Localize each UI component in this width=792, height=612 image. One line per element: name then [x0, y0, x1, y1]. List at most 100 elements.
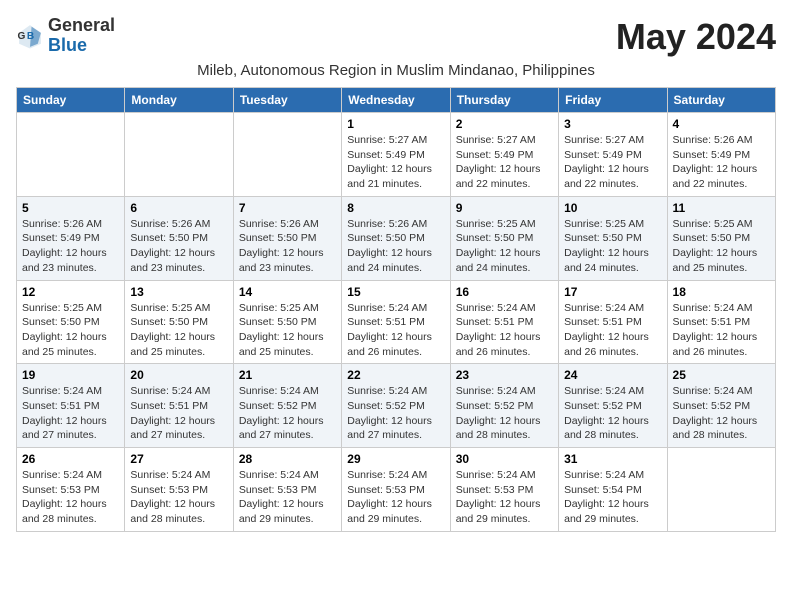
- calendar-cell: 24 Sunrise: 5:24 AM Sunset: 5:52 PM Dayli…: [559, 364, 667, 448]
- calendar-cell: 11 Sunrise: 5:25 AM Sunset: 5:50 PM Dayli…: [667, 196, 775, 280]
- svg-text:G: G: [18, 31, 26, 42]
- calendar-cell: 28 Sunrise: 5:24 AM Sunset: 5:53 PM Dayli…: [233, 448, 341, 532]
- day-number: 13: [130, 285, 227, 299]
- calendar-cell: [125, 113, 233, 197]
- weekday-header-thursday: Thursday: [450, 88, 558, 113]
- day-number: 7: [239, 201, 336, 215]
- day-number: 27: [130, 452, 227, 466]
- calendar-cell: 3Sunrise: 5:27 AM Sunset: 5:49 PM Daylig…: [559, 113, 667, 197]
- calendar-cell: 25 Sunrise: 5:24 AM Sunset: 5:52 PM Dayli…: [667, 364, 775, 448]
- day-info: Sunrise: 5:27 AM Sunset: 5:49 PM Dayligh…: [456, 133, 553, 192]
- day-number: 31: [564, 452, 661, 466]
- day-number: 25: [673, 368, 770, 382]
- day-info: Sunrise: 5:24 AM Sunset: 5:51 PM Dayligh…: [22, 384, 119, 443]
- day-number: 2: [456, 117, 553, 131]
- logo-general-text: General: [48, 16, 115, 36]
- day-number: 30: [456, 452, 553, 466]
- day-number: 24: [564, 368, 661, 382]
- calendar-cell: [667, 448, 775, 532]
- day-number: 23: [456, 368, 553, 382]
- week-row-2: 5 Sunrise: 5:26 AM Sunset: 5:49 PM Daylig…: [17, 196, 776, 280]
- subtitle: Mileb, Autonomous Region in Muslim Minda…: [16, 62, 776, 79]
- day-number: 8: [347, 201, 444, 215]
- day-number: 5: [22, 201, 119, 215]
- logo-icon: G B: [16, 22, 44, 50]
- calendar-cell: 1 Sunrise: 5:27 AM Sunset: 5:49 PM Daylig…: [342, 113, 450, 197]
- week-row-3: 12 Sunrise: 5:25 AM Sunset: 5:50 PM Dayli…: [17, 280, 776, 364]
- day-info: Sunrise: 5:25 AM Sunset: 5:50 PM Dayligh…: [130, 301, 227, 360]
- calendar-cell: 27 Sunrise: 5:24 AM Sunset: 5:53 PM Dayli…: [125, 448, 233, 532]
- calendar-cell: 5 Sunrise: 5:26 AM Sunset: 5:49 PM Daylig…: [17, 196, 125, 280]
- calendar-cell: 19 Sunrise: 5:24 AM Sunset: 5:51 PM Dayli…: [17, 364, 125, 448]
- day-info: Sunrise: 5:24 AM Sunset: 5:51 PM Dayligh…: [347, 301, 444, 360]
- logo-blue-text: Blue: [48, 36, 115, 56]
- day-number: 17: [564, 285, 661, 299]
- calendar-cell: 22 Sunrise: 5:24 AM Sunset: 5:52 PM Dayli…: [342, 364, 450, 448]
- svg-text:B: B: [27, 31, 34, 42]
- day-number: 22: [347, 368, 444, 382]
- calendar-cell: 15Sunrise: 5:24 AM Sunset: 5:51 PM Dayli…: [342, 280, 450, 364]
- calendar-cell: 9 Sunrise: 5:25 AM Sunset: 5:50 PM Daylig…: [450, 196, 558, 280]
- day-number: 4: [673, 117, 770, 131]
- day-number: 1: [347, 117, 444, 131]
- day-number: 16: [456, 285, 553, 299]
- day-info: Sunrise: 5:24 AM Sunset: 5:54 PM Dayligh…: [564, 468, 661, 527]
- day-info: Sunrise: 5:26 AM Sunset: 5:50 PM Dayligh…: [347, 217, 444, 276]
- weekday-header-sunday: Sunday: [17, 88, 125, 113]
- calendar-cell: [233, 113, 341, 197]
- day-info: Sunrise: 5:25 AM Sunset: 5:50 PM Dayligh…: [456, 217, 553, 276]
- day-info: Sunrise: 5:24 AM Sunset: 5:52 PM Dayligh…: [673, 384, 770, 443]
- day-info: Sunrise: 5:24 AM Sunset: 5:52 PM Dayligh…: [564, 384, 661, 443]
- calendar-cell: 2 Sunrise: 5:27 AM Sunset: 5:49 PM Daylig…: [450, 113, 558, 197]
- weekday-header-monday: Monday: [125, 88, 233, 113]
- calendar-cell: 29Sunrise: 5:24 AM Sunset: 5:53 PM Dayli…: [342, 448, 450, 532]
- day-info: Sunrise: 5:24 AM Sunset: 5:52 PM Dayligh…: [239, 384, 336, 443]
- day-info: Sunrise: 5:26 AM Sunset: 5:49 PM Dayligh…: [673, 133, 770, 192]
- calendar-cell: 14Sunrise: 5:25 AM Sunset: 5:50 PM Dayli…: [233, 280, 341, 364]
- calendar-cell: 13 Sunrise: 5:25 AM Sunset: 5:50 PM Dayli…: [125, 280, 233, 364]
- day-info: Sunrise: 5:26 AM Sunset: 5:50 PM Dayligh…: [130, 217, 227, 276]
- day-info: Sunrise: 5:24 AM Sunset: 5:53 PM Dayligh…: [239, 468, 336, 527]
- calendar-cell: [17, 113, 125, 197]
- day-info: Sunrise: 5:24 AM Sunset: 5:53 PM Dayligh…: [22, 468, 119, 527]
- day-info: Sunrise: 5:27 AM Sunset: 5:49 PM Dayligh…: [564, 133, 661, 192]
- day-number: 12: [22, 285, 119, 299]
- weekday-header-saturday: Saturday: [667, 88, 775, 113]
- weekday-header-wednesday: Wednesday: [342, 88, 450, 113]
- calendar-cell: 30 Sunrise: 5:24 AM Sunset: 5:53 PM Dayli…: [450, 448, 558, 532]
- page-header: G B General Blue May 2024: [16, 16, 776, 58]
- day-number: 26: [22, 452, 119, 466]
- weekday-header-row: SundayMondayTuesdayWednesdayThursdayFrid…: [17, 88, 776, 113]
- day-info: Sunrise: 5:24 AM Sunset: 5:51 PM Dayligh…: [456, 301, 553, 360]
- calendar-table: SundayMondayTuesdayWednesdayThursdayFrid…: [16, 87, 776, 532]
- day-number: 19: [22, 368, 119, 382]
- day-info: Sunrise: 5:27 AM Sunset: 5:49 PM Dayligh…: [347, 133, 444, 192]
- day-info: Sunrise: 5:24 AM Sunset: 5:53 PM Dayligh…: [130, 468, 227, 527]
- calendar-cell: 4 Sunrise: 5:26 AM Sunset: 5:49 PM Daylig…: [667, 113, 775, 197]
- calendar-cell: 17Sunrise: 5:24 AM Sunset: 5:51 PM Dayli…: [559, 280, 667, 364]
- calendar-cell: 21Sunrise: 5:24 AM Sunset: 5:52 PM Dayli…: [233, 364, 341, 448]
- day-info: Sunrise: 5:24 AM Sunset: 5:51 PM Dayligh…: [673, 301, 770, 360]
- day-info: Sunrise: 5:26 AM Sunset: 5:49 PM Dayligh…: [22, 217, 119, 276]
- day-number: 9: [456, 201, 553, 215]
- calendar-cell: 7Sunrise: 5:26 AM Sunset: 5:50 PM Daylig…: [233, 196, 341, 280]
- day-number: 28: [239, 452, 336, 466]
- day-number: 6: [130, 201, 227, 215]
- day-number: 10: [564, 201, 661, 215]
- calendar-cell: 12Sunrise: 5:25 AM Sunset: 5:50 PM Dayli…: [17, 280, 125, 364]
- day-info: Sunrise: 5:25 AM Sunset: 5:50 PM Dayligh…: [673, 217, 770, 276]
- day-number: 14: [239, 285, 336, 299]
- day-info: Sunrise: 5:25 AM Sunset: 5:50 PM Dayligh…: [564, 217, 661, 276]
- month-title: May 2024: [616, 16, 776, 58]
- calendar-cell: 16 Sunrise: 5:24 AM Sunset: 5:51 PM Dayli…: [450, 280, 558, 364]
- day-info: Sunrise: 5:24 AM Sunset: 5:51 PM Dayligh…: [130, 384, 227, 443]
- calendar-cell: 31 Sunrise: 5:24 AM Sunset: 5:54 PM Dayli…: [559, 448, 667, 532]
- day-number: 20: [130, 368, 227, 382]
- day-info: Sunrise: 5:24 AM Sunset: 5:53 PM Dayligh…: [456, 468, 553, 527]
- day-info: Sunrise: 5:24 AM Sunset: 5:52 PM Dayligh…: [456, 384, 553, 443]
- day-number: 11: [673, 201, 770, 215]
- calendar-cell: 20 Sunrise: 5:24 AM Sunset: 5:51 PM Dayli…: [125, 364, 233, 448]
- day-info: Sunrise: 5:24 AM Sunset: 5:52 PM Dayligh…: [347, 384, 444, 443]
- day-number: 18: [673, 285, 770, 299]
- calendar-cell: 23 Sunrise: 5:24 AM Sunset: 5:52 PM Dayli…: [450, 364, 558, 448]
